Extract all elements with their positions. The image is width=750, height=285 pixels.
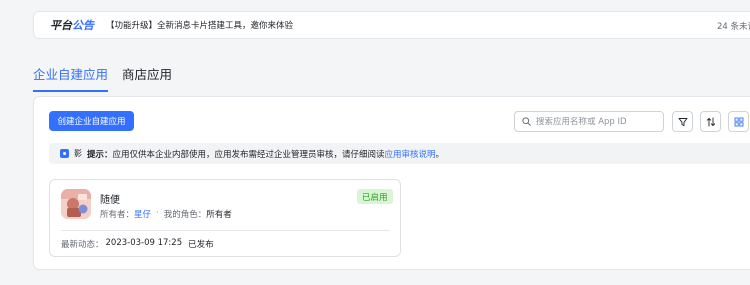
activity-state: 已发布 (188, 240, 214, 250)
filter-icon (678, 117, 687, 126)
sort-icon (706, 117, 715, 126)
card-divider (61, 230, 390, 231)
tip-label: 提示： (87, 149, 113, 160)
owner-link[interactable]: 星仔 (134, 208, 151, 220)
announcement-text[interactable]: 【功能升级】全新消息卡片搭建工具，邀你来体验 (106, 19, 293, 31)
create-app-button[interactable]: 创建企业自建应用 (49, 111, 134, 131)
app-meta: 所有者： 星仔 · 我的角色： 所有者 (100, 208, 232, 220)
app-type-tabs: 企业自建应用 商店应用 (33, 64, 186, 92)
tip-shadow-glyph: 影 (74, 149, 82, 158)
role-value: 所有者 (206, 210, 232, 220)
info-icon (60, 149, 69, 158)
filter-button[interactable] (672, 111, 693, 132)
announcement-title: 平台公告 (50, 19, 94, 32)
status-badge: 已启用 (357, 189, 393, 204)
tip-suffix: 。 (435, 149, 445, 160)
app-list-panel: 创建企业自建应用 影 提示： 应用仅供本企业内部使用，应用发布需经过企业管理员审… (33, 96, 750, 270)
search-input[interactable] (536, 116, 656, 127)
app-latest-activity: 最新动态： 2023-03-09 17:25 已发布 (61, 238, 214, 250)
app-name: 随便 (100, 195, 120, 206)
sort-button[interactable] (700, 111, 721, 132)
activity-label: 最新动态： (61, 240, 104, 250)
grid-view-icon (734, 117, 743, 126)
app-avatar (61, 189, 91, 219)
owner-label: 所有者： (100, 210, 135, 220)
search-box[interactable] (514, 111, 664, 132)
app-card[interactable]: 随便 所有者： 星仔 · 我的角色： 所有者 已启用 最新动态： 2023-03… (49, 179, 401, 257)
search-icon (522, 117, 531, 126)
activity-time: 2023-03-09 17:25 (105, 238, 183, 248)
tip-text: 应用仅供本企业内部使用，应用发布需经过企业管理员审核，请仔细阅读 (112, 149, 385, 160)
role-label: 我的角色： (163, 210, 207, 220)
meta-separator: · (156, 208, 159, 218)
tab-enterprise-apps[interactable]: 企业自建应用 (33, 64, 109, 92)
tab-store-apps[interactable]: 商店应用 (122, 64, 172, 92)
grid-view-button[interactable] (728, 111, 749, 132)
review-tip: 影 提示： 应用仅供本企业内部使用，应用发布需经过企业管理员审核，请仔细阅读 应… (49, 143, 750, 164)
announcement-bar[interactable]: 平台公告 【功能升级】全新消息卡片搭建工具，邀你来体验 24 条未读 (33, 11, 750, 39)
announcement-unread[interactable]: 24 条未读 (717, 20, 750, 32)
review-guide-link[interactable]: 应用审核说明 (385, 148, 436, 160)
